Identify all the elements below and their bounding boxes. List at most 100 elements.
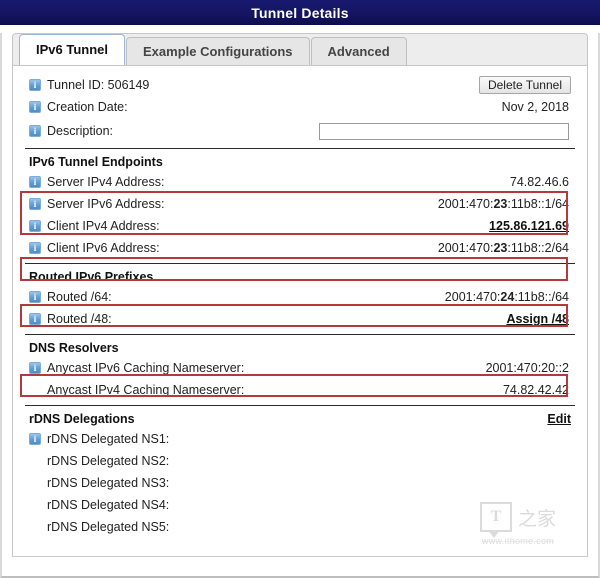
detail-row: Client IPv4 Address: 125.86.121.69 [25,215,575,237]
row-value: 2001:470:23:11b8::1/64 [438,197,571,211]
section-rdns: rDNS Delegations Edit rDNS Delegated NS1: r… [25,405,575,538]
detail-row: rDNS Delegated NS5: [25,516,575,538]
tunnel-details-window: IPv6 TunnelExample ConfigurationsAdvance… [0,33,600,578]
tab-ipv6-tunnel[interactable]: IPv6 Tunnel [19,34,125,65]
section-title: IPv6 Tunnel Endpoints [29,155,163,169]
row-label-group: Anycast IPv4 Caching Nameserver: [29,383,244,397]
detail-row: rDNS Delegated NS1: [25,428,575,450]
tunnel-id-row: Tunnel ID: 506149 [25,74,575,96]
description-field-wrap [319,123,571,140]
row-label-group: Anycast IPv6 Caching Nameserver: [29,361,244,375]
info-icon[interactable] [29,362,41,374]
row-label-group: Server IPv6 Address: [29,197,164,211]
row-label: rDNS Delegated NS3: [47,476,169,490]
section-header-endpoints: IPv6 Tunnel Endpoints [25,152,575,171]
row-value: 2001:470:20::2 [486,361,571,375]
creation-date-value: Nov 2, 2018 [502,100,571,114]
row-label: Routed /64: [47,290,112,304]
section-title: DNS Resolvers [29,341,119,355]
info-icon[interactable] [29,433,41,445]
info-icon[interactable] [29,198,41,210]
row-label-group: Server IPv4 Address: [29,175,164,189]
creation-date-label: Creation Date: [47,100,128,114]
section-header-dns: DNS Resolvers [25,338,575,357]
creation-date-row: Creation Date: Nov 2, 2018 [25,96,575,118]
value-suffix: :11b8::2/64 [507,241,569,255]
section-title: Routed IPv6 Prefixes [29,270,153,284]
section-endpoints: IPv6 Tunnel Endpoints Server IPv4 Address… [25,148,575,259]
detail-row: Anycast IPv6 Caching Nameserver: 2001:470… [25,357,575,379]
row-label-group: rDNS Delegated NS5: [29,520,169,534]
detail-row: rDNS Delegated NS2: [25,450,575,472]
row-label-group: Routed /48: [29,312,112,326]
row-label-group: rDNS Delegated NS3: [29,476,169,490]
row-value: 2001:470:24:11b8::/64 [445,290,571,304]
info-icon[interactable] [29,79,41,91]
detail-row: Routed /64: 2001:470:24:11b8::/64 [25,286,575,308]
row-label: Anycast IPv6 Caching Nameserver: [47,361,244,375]
row-label: Routed /48: [47,312,112,326]
row-label: Anycast IPv4 Caching Nameserver: [47,383,244,397]
details-sections: IPv6 Tunnel Endpoints Server IPv4 Address… [25,148,575,538]
detail-row: Routed /48: Assign /48 [25,308,575,330]
tunnel-summary: Delete Tunnel Tunnel ID: 506149 Creation… [25,74,575,144]
value-highlighted-segment: 23 [493,241,507,255]
section-title: rDNS Delegations [29,412,135,426]
info-icon[interactable] [29,101,41,113]
info-icon[interactable] [29,313,41,325]
description-label: Description: [47,124,113,138]
info-icon[interactable] [29,291,41,303]
window-titlebar: Tunnel Details [0,0,600,25]
row-label-group: Client IPv4 Address: [29,219,160,233]
info-icon[interactable] [29,220,41,232]
detail-row: Anycast IPv4 Caching Nameserver: 74.82.42… [25,379,575,401]
description-label-group: Description: [29,124,113,138]
row-label: Client IPv6 Address: [47,241,160,255]
row-value: 74.82.42.42 [503,383,571,397]
creation-date-label-group: Creation Date: [29,100,128,114]
window-title: Tunnel Details [251,5,348,21]
section-header-rdns: rDNS Delegations Edit [25,409,575,428]
detail-row: rDNS Delegated NS4: [25,494,575,516]
row-label: Client IPv4 Address: [47,219,160,233]
value-suffix: :11b8::/64 [514,290,569,304]
row-label-group: rDNS Delegated NS4: [29,498,169,512]
value-highlighted-segment: 23 [493,197,507,211]
detail-row: rDNS Delegated NS3: [25,472,575,494]
row-value: 2001:470:23:11b8::2/64 [438,241,571,255]
value-prefix: 2001:470: [438,197,494,211]
row-value[interactable]: Assign /48 [506,312,571,326]
tunnel-id-label: Tunnel ID: 506149 [47,78,149,92]
row-label-group: Routed /64: [29,290,112,304]
tab-example-configurations[interactable]: Example Configurations [126,37,310,65]
row-label-group: Client IPv6 Address: [29,241,160,255]
row-label: rDNS Delegated NS2: [47,454,169,468]
value-suffix: :11b8::1/64 [507,197,569,211]
description-row: Description: [25,118,575,144]
info-icon[interactable] [29,242,41,254]
tab-strip: IPv6 TunnelExample ConfigurationsAdvance… [12,33,588,65]
row-value[interactable]: 125.86.121.69 [489,219,571,233]
detail-row: Server IPv4 Address: 74.82.46.6 [25,171,575,193]
info-icon[interactable] [29,125,41,137]
detail-row: Client IPv6 Address: 2001:470:23:11b8::2/… [25,237,575,259]
value-prefix: 2001:470: [438,241,494,255]
section-dns: DNS Resolvers Anycast IPv6 Caching Namese… [25,334,575,401]
row-value: 74.82.46.6 [510,175,571,189]
value-highlighted-segment: 24 [500,290,514,304]
detail-row: Server IPv6 Address: 2001:470:23:11b8::1/… [25,193,575,215]
row-label: rDNS Delegated NS1: [47,432,169,446]
info-icon[interactable] [29,176,41,188]
section-routed: Routed IPv6 Prefixes Routed /64: 2001:470:… [25,263,575,330]
description-input[interactable] [319,123,569,140]
row-value-link[interactable]: Assign /48 [506,312,569,326]
tunnel-id-label-group: Tunnel ID: 506149 [29,78,149,92]
row-label: rDNS Delegated NS5: [47,520,169,534]
row-label: Server IPv6 Address: [47,197,164,211]
edit-rdns-link[interactable]: Edit [547,412,571,426]
row-value-link[interactable]: 125.86.121.69 [489,219,569,233]
tab-panel-ipv6-tunnel: Delete Tunnel Tunnel ID: 506149 Creation… [12,65,588,557]
value-prefix: 2001:470: [445,290,501,304]
row-label-group: rDNS Delegated NS2: [29,454,169,468]
tab-advanced[interactable]: Advanced [311,37,407,65]
